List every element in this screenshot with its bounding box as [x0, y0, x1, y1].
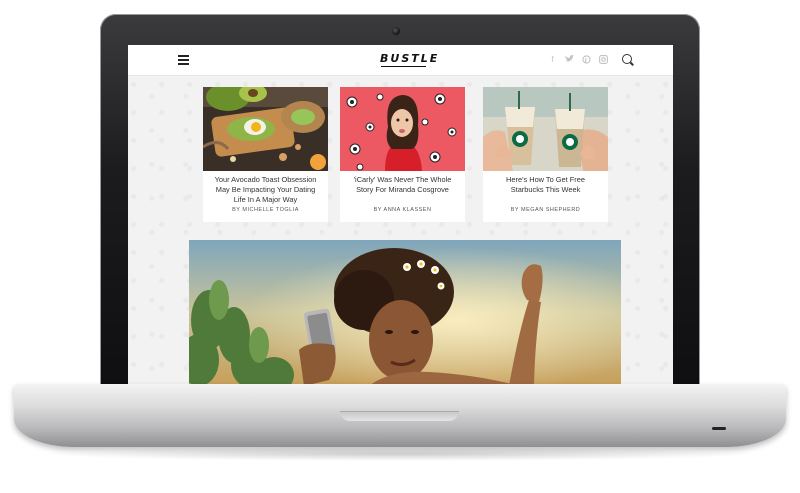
instagram-icon[interactable]: [599, 55, 608, 64]
status-led: [712, 427, 726, 430]
laptop-screen: BUSTLE f Your Avocado Toast Obsession Ma…: [128, 45, 673, 386]
article-byline: BY MEGAN SHEPHERD: [510, 207, 581, 213]
article-card[interactable]: Here's How To Get Free Starbucks This We…: [483, 87, 608, 222]
laptop-opening-notch: [340, 411, 459, 421]
article-card[interactable]: 'iCarly' Was Never The Whole Story For M…: [340, 87, 465, 222]
article-card[interactable]: Your Avocado Toast Obsession May Be Impa…: [203, 87, 328, 222]
camera-icon: [392, 27, 400, 35]
article-title[interactable]: 'iCarly' Was Never The Whole Story For M…: [346, 175, 459, 195]
laptop-shadow: [40, 447, 760, 461]
article-image-starbucks[interactable]: [483, 87, 608, 171]
article-image-avocado-toast[interactable]: [203, 87, 328, 171]
article-title[interactable]: Here's How To Get Free Starbucks This We…: [489, 175, 602, 195]
article-image-miranda-cosgrove[interactable]: [340, 87, 465, 171]
pinterest-icon[interactable]: [582, 55, 591, 64]
hero-image[interactable]: [189, 240, 621, 386]
menu-icon[interactable]: [178, 55, 189, 65]
logo-underline: [381, 66, 426, 67]
facebook-icon[interactable]: f: [548, 55, 557, 64]
site-logo[interactable]: BUSTLE: [380, 52, 439, 65]
search-icon[interactable]: [622, 54, 632, 64]
article-byline: BY ANNA KLASSEN: [373, 207, 432, 213]
twitter-icon[interactable]: [565, 55, 574, 64]
top-navigation-bar: BUSTLE f: [128, 45, 673, 76]
article-title[interactable]: Your Avocado Toast Obsession May Be Impa…: [209, 175, 322, 205]
article-byline: BY MICHELLE TOGLIA: [232, 207, 299, 213]
